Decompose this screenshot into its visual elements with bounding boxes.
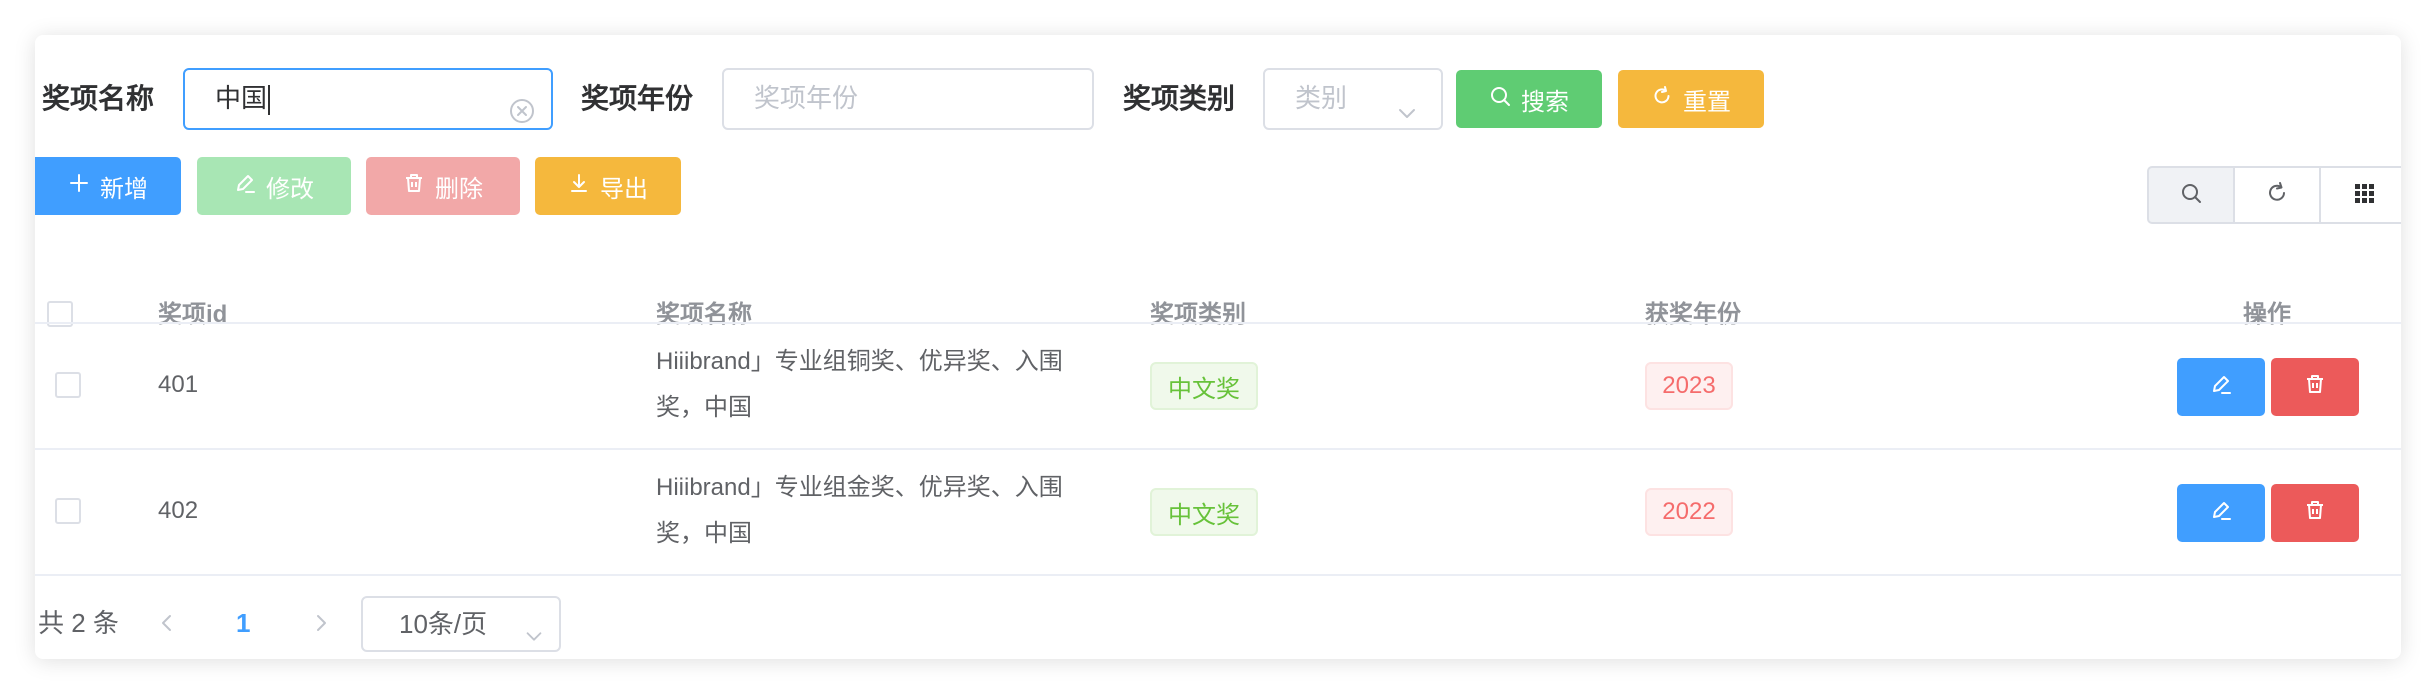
year-tag: 2022 [1645,488,1733,536]
refresh-icon [1651,85,1673,114]
divider [35,574,2401,576]
award-name-value: 中国 [215,83,268,113]
table-row: 402 Hiiibrand」专业组金奖、优异奖、入围 奖，中国 中文奖 2022 [35,450,2401,574]
add-button-label: 新增 [100,175,148,203]
search-button-label: 搜索 [1521,88,1569,116]
pencil-icon [2210,373,2232,402]
cell-id: 402 [158,497,199,524]
delete-button-label: 删除 [435,175,483,203]
delete-button[interactable]: 删除 [366,157,520,215]
add-button[interactable]: 新增 [35,157,181,215]
award-category-label: 奖项类别 [1123,83,1236,114]
trash-icon [403,172,425,201]
text-cursor [268,85,271,116]
row-delete-button[interactable] [2271,358,2359,416]
row-edit-button[interactable] [2177,484,2265,542]
award-name-label: 奖项名称 [42,83,155,114]
cell-name-line: Hiiibrand」专业组金奖、优异奖、入围 [656,474,1063,501]
columns-button[interactable] [2319,166,2401,224]
table-row: 401 Hiiibrand」专业组铜奖、优异奖、入围 奖，中国 中文奖 2023 [35,324,2401,448]
pencil-icon [234,172,256,201]
page-size-value: 10条/页 [399,609,488,639]
cell-name-line: Hiiibrand」专业组铜奖、优异奖、入围 [656,348,1063,375]
search-button[interactable]: 搜索 [1456,70,1602,128]
search-icon [1489,85,1511,114]
pagination-total: 共 2 条 [38,608,119,638]
reset-button[interactable]: 重置 [1618,70,1764,128]
edit-button-label: 修改 [266,175,314,203]
cell-name: Hiiibrand」专业组铜奖、优异奖、入围 奖，中国 [656,339,1063,431]
category-tag: 中文奖 [1150,488,1258,536]
award-category-select[interactable]: 类别 [1263,68,1443,130]
chevron-down-icon [1395,88,1419,118]
award-year-placeholder: 奖项年份 [754,83,859,113]
pencil-icon [2210,499,2232,528]
plus-icon [68,172,90,201]
row-checkbox[interactable] [55,498,81,524]
grid-icon [2352,181,2376,210]
download-icon [568,172,590,201]
award-year-input[interactable]: 奖项年份 [722,68,1094,130]
cell-name-line: 奖，中国 [656,520,752,547]
refresh-icon [2265,181,2289,210]
row-edit-button[interactable] [2177,358,2265,416]
awards-panel: 奖项名称 中国 奖项年份 奖项年份 奖项类别 类别 搜索 重置 新增 修改 删除 [35,35,2401,659]
chevron-down-icon [523,612,545,641]
year-tag: 2023 [1645,362,1733,410]
edit-button[interactable]: 修改 [197,157,351,215]
next-page-button[interactable] [309,611,333,635]
chevron-right-icon [309,615,333,639]
page-number-current[interactable]: 1 [236,603,250,643]
prev-page-button[interactable] [155,611,179,635]
row-delete-button[interactable] [2271,484,2359,542]
category-tag: 中文奖 [1150,362,1258,410]
cell-name-line: 奖，中国 [656,394,752,421]
refresh-table-button[interactable] [2233,166,2321,224]
award-category-placeholder: 类别 [1295,83,1348,113]
toggle-search-button[interactable] [2147,166,2235,224]
award-name-input[interactable]: 中国 [183,68,553,130]
trash-icon [2304,373,2326,402]
export-button-label: 导出 [600,175,648,203]
row-checkbox[interactable] [55,372,81,398]
chevron-left-icon [155,615,179,639]
award-year-label: 奖项年份 [581,83,694,114]
reset-button-label: 重置 [1683,88,1731,116]
cell-id: 401 [158,371,199,398]
clear-icon[interactable] [509,87,535,123]
search-icon [2179,181,2203,210]
trash-icon [2304,499,2326,528]
cell-name: Hiiibrand」专业组金奖、优异奖、入围 奖，中国 [656,465,1063,557]
export-button[interactable]: 导出 [535,157,681,215]
page-size-select[interactable]: 10条/页 [361,596,561,652]
